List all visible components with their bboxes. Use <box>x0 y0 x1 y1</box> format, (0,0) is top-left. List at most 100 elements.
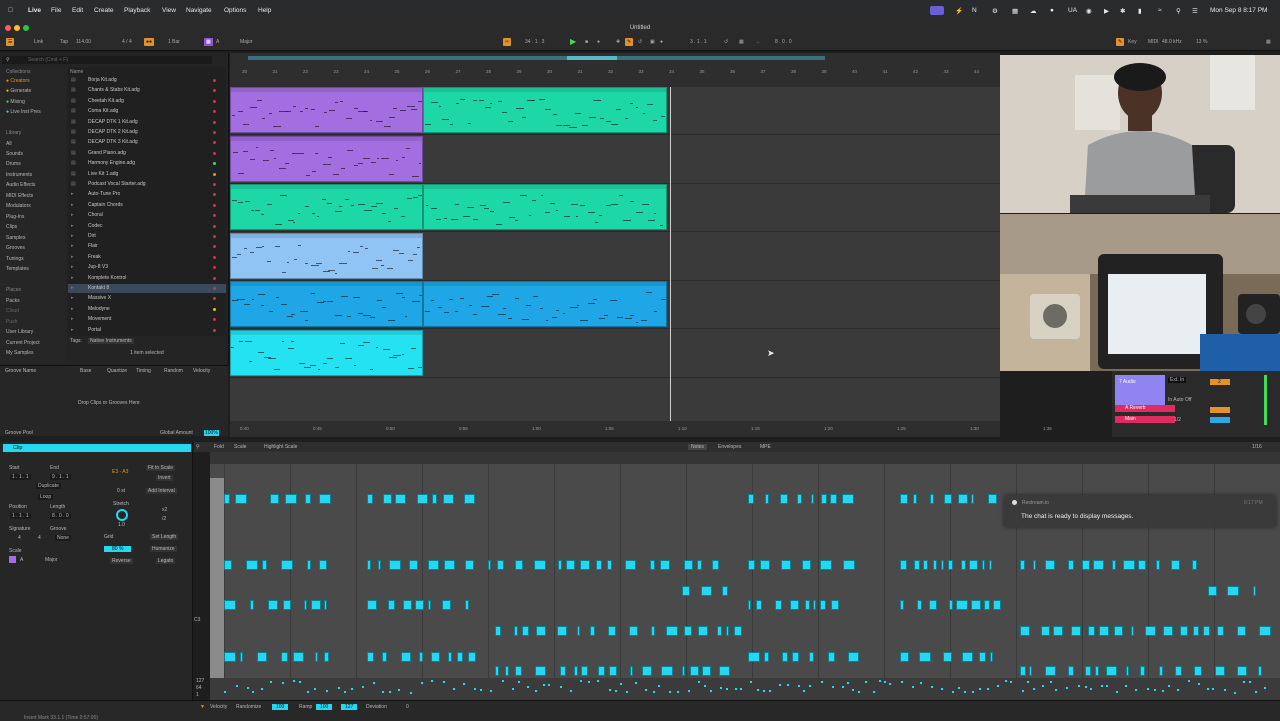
midi-note[interactable] <box>401 652 411 662</box>
midi-note[interactable] <box>281 652 288 662</box>
velocity-marker[interactable] <box>293 680 295 683</box>
midi-note[interactable] <box>1088 626 1095 636</box>
status-wifi-icon[interactable]: ≈ <box>1158 7 1162 14</box>
midi-note[interactable] <box>760 560 770 570</box>
close-window-icon[interactable] <box>5 25 11 31</box>
velocity-marker[interactable] <box>1005 680 1007 683</box>
velocity-marker[interactable] <box>1125 684 1127 687</box>
midi-note[interactable] <box>820 600 826 610</box>
velocity-marker[interactable] <box>1162 689 1164 692</box>
velocity-marker[interactable] <box>1154 688 1156 691</box>
midi-note[interactable] <box>748 600 751 610</box>
midi-note[interactable] <box>1215 666 1225 676</box>
menu-options[interactable]: Options <box>224 7 246 14</box>
velocity-marker[interactable] <box>1234 691 1236 694</box>
midi-note[interactable] <box>726 626 729 636</box>
midi-note[interactable] <box>702 666 711 676</box>
tab-envelopes[interactable]: Envelopes <box>718 444 741 450</box>
velocity-marker[interactable] <box>548 684 550 687</box>
midi-note[interactable] <box>848 652 859 662</box>
velocity-marker[interactable] <box>626 691 628 694</box>
midi-note[interactable] <box>748 494 754 504</box>
midi-note[interactable] <box>419 652 423 662</box>
velocity-marker[interactable] <box>912 685 914 688</box>
tempo-field[interactable]: 114.00 <box>76 38 91 46</box>
arrangement-track[interactable] <box>230 135 1000 184</box>
midi-note[interactable] <box>442 600 451 610</box>
midi-note[interactable] <box>958 494 968 504</box>
velocity-marker[interactable] <box>958 686 960 689</box>
browser-file-row[interactable]: ▤ DECAP DTK 3 Kit.adg <box>68 138 226 147</box>
midi-note[interactable] <box>1193 626 1199 636</box>
midi-note[interactable] <box>1217 626 1224 636</box>
return-reverb[interactable]: A Reverb <box>1115 405 1175 412</box>
midi-note[interactable] <box>943 652 952 662</box>
velocity-marker[interactable] <box>580 680 582 683</box>
velocity-marker[interactable] <box>344 690 346 693</box>
place-my-samples[interactable]: My Samples <box>6 350 34 356</box>
midi-note[interactable] <box>1203 626 1210 636</box>
midi-note[interactable] <box>1259 626 1271 636</box>
velocity-marker[interactable] <box>282 682 284 685</box>
velocity-marker[interactable] <box>769 690 771 693</box>
groove-selector[interactable]: None <box>55 535 71 541</box>
midi-note[interactable] <box>642 666 652 676</box>
midi-clip[interactable] <box>230 87 423 133</box>
midi-note[interactable] <box>285 494 297 504</box>
midi-note[interactable] <box>933 560 937 570</box>
punch-out-icon[interactable]: → <box>755 38 760 46</box>
midi-note[interactable] <box>1156 560 1160 570</box>
input-type-menu[interactable]: Ext. In <box>1168 377 1187 383</box>
midi-note[interactable] <box>224 652 236 662</box>
midi-note[interactable] <box>224 494 230 504</box>
scale-mode-selector[interactable]: Major <box>45 557 58 563</box>
clip-header[interactable] <box>231 330 422 335</box>
midi-clip[interactable] <box>230 232 423 279</box>
velocity-marker[interactable] <box>779 684 781 687</box>
velocity-marker[interactable] <box>535 689 537 692</box>
browser-file-row[interactable]: ▤ Cheetah Kit.adg <box>68 97 226 106</box>
midi-note[interactable] <box>684 626 692 636</box>
menu-edit[interactable]: Edit <box>72 7 83 14</box>
velocity-marker[interactable] <box>1243 680 1245 683</box>
midi-note[interactable] <box>246 560 258 570</box>
velocity-marker[interactable] <box>1249 680 1251 683</box>
velocity-marker[interactable] <box>979 687 981 690</box>
midi-note[interactable] <box>1159 666 1163 676</box>
midi-note[interactable] <box>367 652 374 662</box>
midi-note[interactable] <box>580 560 590 570</box>
velocity-marker[interactable] <box>852 689 854 692</box>
midi-note[interactable] <box>1020 666 1026 676</box>
midi-clip[interactable] <box>230 281 423 327</box>
ramp-start-field[interactable]: 100 <box>316 704 333 710</box>
midi-note[interactable] <box>1053 626 1063 636</box>
midi-note[interactable] <box>428 600 431 610</box>
midi-note[interactable] <box>1145 626 1156 636</box>
velocity-marker[interactable] <box>362 685 364 688</box>
midi-note[interactable] <box>781 560 791 570</box>
browser-file-row[interactable]: ▸ Massive X <box>68 294 226 303</box>
midi-note[interactable] <box>782 652 788 662</box>
midi-note[interactable] <box>443 494 454 504</box>
library-instruments[interactable]: Instruments <box>6 172 32 178</box>
midi-note[interactable] <box>666 626 678 636</box>
browser-file-row[interactable]: ▤ Podcast Vocal Starter.adg <box>68 180 226 189</box>
main-output[interactable]: Main <box>1115 416 1175 423</box>
velocity-marker[interactable] <box>901 681 903 684</box>
scale-toggle-icon[interactable] <box>9 556 16 563</box>
highlight-scale-button[interactable]: Highlight Scale <box>264 444 297 450</box>
midi-clip[interactable] <box>423 87 667 133</box>
midi-note[interactable] <box>608 626 616 636</box>
velocity-marker[interactable] <box>307 691 309 694</box>
scale-button[interactable]: Scale <box>234 444 247 450</box>
browser-file-row[interactable]: ▸ Jup-8 V3 <box>68 263 226 272</box>
midi-note[interactable] <box>1138 560 1146 570</box>
midi-note[interactable] <box>382 652 387 662</box>
midi-note[interactable] <box>701 586 712 596</box>
velocity-marker[interactable] <box>1255 691 1257 694</box>
position-field[interactable]: 1 . 1 . 1 <box>10 513 31 519</box>
midi-note[interactable] <box>1253 586 1256 596</box>
midi-note[interactable] <box>378 560 381 570</box>
library-modulators[interactable]: Modulators <box>6 203 31 209</box>
midi-note[interactable] <box>428 560 439 570</box>
